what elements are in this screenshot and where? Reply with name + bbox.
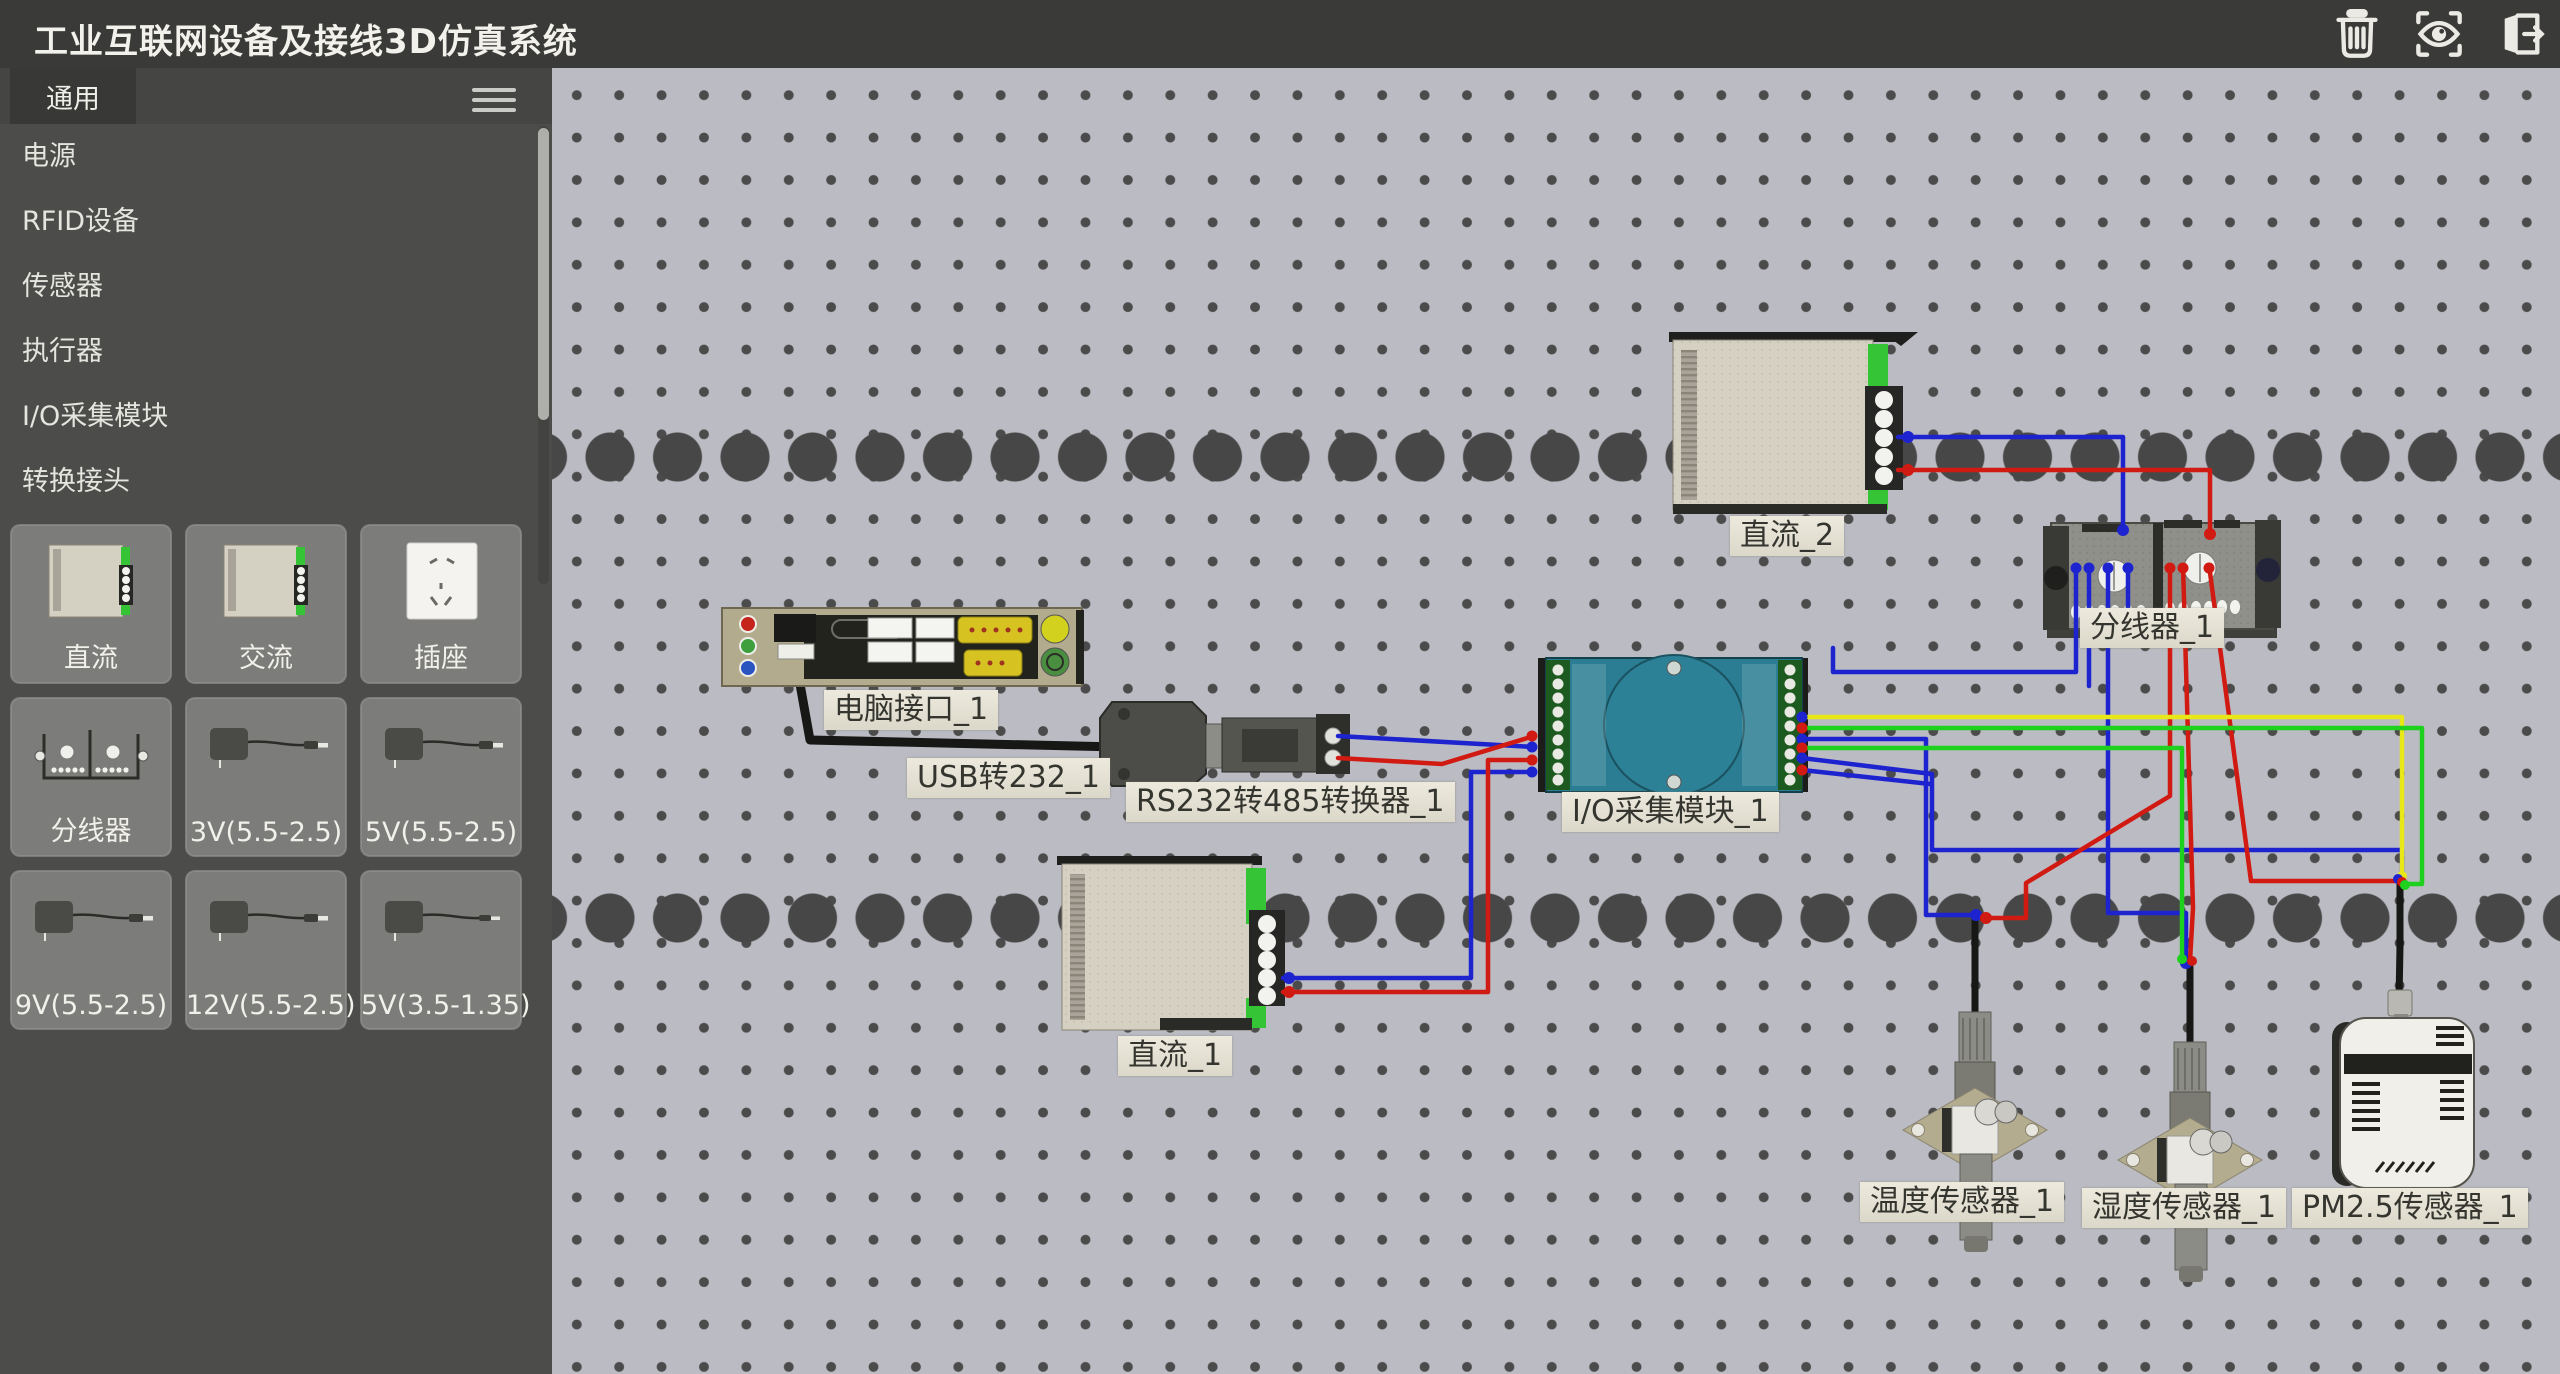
card-adapter-5v-small[interactable]: 5V(3.5-1.35)	[360, 870, 522, 1030]
socket-thumb-icon	[385, 539, 497, 631]
category-menu: 电源 RFID设备 传感器 执行器 I/O采集模块 转换接头	[0, 124, 540, 514]
wire-red	[1898, 470, 2210, 534]
card-splitter[interactable]: 分线器	[10, 697, 172, 857]
wire-blue	[1898, 437, 2123, 530]
card-dc-power[interactable]: 直流	[10, 524, 172, 684]
card-label: 5V(5.5-2.5)	[361, 817, 521, 848]
adapter-thumb-icon	[196, 885, 336, 965]
device-label-splitter: 分线器_1	[2080, 608, 2224, 648]
view-focus-icon[interactable]	[2414, 9, 2464, 59]
menu-item-sensor[interactable]: 传感器	[0, 254, 540, 319]
card-label: 分线器	[11, 809, 171, 848]
card-label: 9V(5.5-2.5)	[11, 990, 171, 1021]
card-label: 3V(5.5-2.5)	[186, 817, 346, 848]
card-adapter-9v[interactable]: 9V(5.5-2.5)	[10, 870, 172, 1030]
device-label-io-module: I/O采集模块_1	[1562, 792, 1779, 832]
menu-item-power[interactable]: 电源	[0, 124, 540, 189]
card-adapter-12v[interactable]: 12V(5.5-2.5)	[185, 870, 347, 1030]
card-label: 5V(3.5-1.35)	[361, 990, 521, 1021]
menu-item-io-module[interactable]: I/O采集模块	[0, 384, 540, 449]
wire-green	[1802, 728, 2422, 884]
menu-item-rfid[interactable]: RFID设备	[0, 189, 540, 254]
card-label: 直流	[11, 636, 171, 675]
sidebar-scrollbar-thumb[interactable]	[538, 128, 549, 420]
splitter-thumb-icon	[26, 712, 156, 804]
device-label-dc1: 直流_1	[1118, 1036, 1232, 1076]
adapter-thumb-icon	[21, 885, 161, 965]
menu-item-actuator[interactable]: 执行器	[0, 319, 540, 384]
device-label-dc2: 直流_2	[1730, 516, 1844, 556]
card-adapter-5v[interactable]: 5V(5.5-2.5)	[360, 697, 522, 857]
adapter-thumb-icon	[196, 712, 336, 792]
wire-green	[1802, 748, 2182, 959]
wire-blue	[1802, 758, 2402, 878]
device-label-usb232: USB转232_1	[907, 758, 1110, 798]
wire-red	[2209, 565, 2400, 881]
wire-connectors	[1283, 431, 2410, 998]
card-label: 插座	[361, 636, 521, 675]
device-label-temp-sensor: 温度传感器_1	[1860, 1182, 2064, 1222]
card-label: 交流	[186, 636, 346, 675]
adapter-thumb-icon	[371, 712, 511, 792]
device-label-pc: 电脑接口_1	[824, 690, 998, 730]
device-label-humidity-sensor: 湿度传感器_1	[2082, 1188, 2286, 1228]
wire-blue	[1833, 565, 2076, 672]
dc-power-thumb-icon	[35, 539, 147, 631]
device-label-pm25-sensor: PM2.5传感器_1	[2292, 1188, 2528, 1228]
trash-icon[interactable]	[2332, 9, 2382, 59]
sidebar-tabstrip: 通用	[0, 68, 552, 124]
card-label: 12V(5.5-2.5)	[186, 990, 346, 1021]
sidebar-scrollbar[interactable]	[538, 126, 549, 584]
app-title: 工业互联网设备及接线3D仿真系统	[34, 14, 578, 63]
adapter-thumb-icon	[371, 885, 511, 965]
ac-power-thumb-icon	[210, 539, 322, 631]
exit-icon[interactable]	[2496, 9, 2546, 59]
device-label-rs232-485: RS232转485转换器_1	[1126, 782, 1455, 822]
menu-item-adapter[interactable]: 转换接头	[0, 449, 540, 514]
tab-general[interactable]: 通用	[10, 68, 136, 124]
sidebar: 通用 电源 RFID设备 传感器 执行器 I/O采集模块 转换接头 直流	[0, 68, 552, 1374]
wire-blue	[1802, 739, 1976, 915]
menu-toggle-icon[interactable]	[472, 82, 516, 110]
top-bar: 工业互联网设备及接线3D仿真系统	[0, 0, 2560, 68]
card-ac-power[interactable]: 交流	[185, 524, 347, 684]
toolbar	[2332, 9, 2546, 59]
device-card-grid: 直流 交流 插座	[10, 524, 542, 1030]
workspace-canvas[interactable]: 分线器_1	[552, 68, 2560, 1374]
card-socket[interactable]: 插座	[360, 524, 522, 684]
card-adapter-3v[interactable]: 3V(5.5-2.5)	[185, 697, 347, 857]
